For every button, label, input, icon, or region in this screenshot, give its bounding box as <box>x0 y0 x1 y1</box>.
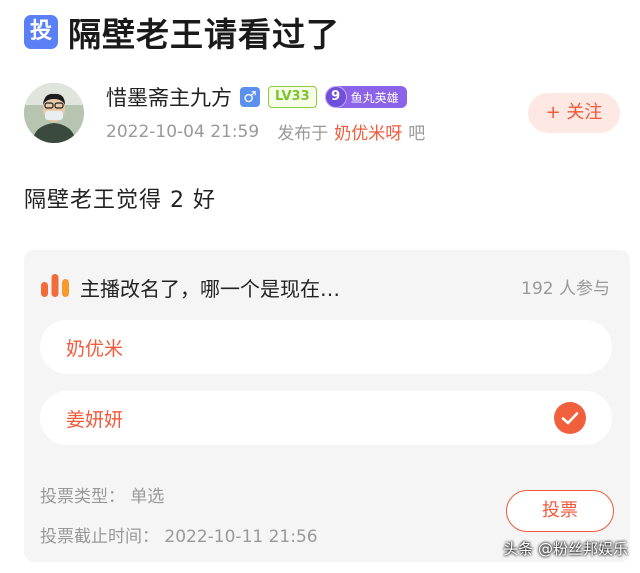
poll-type-value: 单选 <box>130 487 165 507</box>
post-meta: 2022-10-04 21:59 发布于 奶优米呀 吧 <box>106 119 426 145</box>
poll-card: 主播改名了，哪一个是现在… 192 人参与 奶优米 姜妍妍 投票类型： 单选 投… <box>24 250 630 562</box>
follow-button[interactable]: + 关注 <box>528 93 620 133</box>
vote-post-badge: 投 <box>24 15 58 49</box>
post-body-text: 隔壁老王觉得 2 好 <box>24 188 216 213</box>
bar-link[interactable]: 奶优米呀 <box>334 119 402 144</box>
checkmark-icon <box>554 402 586 434</box>
poll-type: 投票类型： 单选 <box>40 482 164 507</box>
fan-badge[interactable]: 9 鱼丸英雄 <box>324 86 407 108</box>
poll-deadline-value: 2022-10-11 21:56 <box>164 527 318 547</box>
fan-level-number: 9 <box>324 86 347 108</box>
level-badge: LV33 <box>268 86 317 108</box>
avatar-image <box>24 83 84 143</box>
poll-header: 主播改名了，哪一个是现在… <box>40 272 340 302</box>
fan-title: 鱼丸英雄 <box>350 90 399 105</box>
author-name[interactable]: 惜墨斋主九方 <box>106 82 232 112</box>
bar-suffix: 吧 <box>408 124 426 144</box>
poll-bars-icon <box>40 272 70 302</box>
poll-option-label: 奶优米 <box>66 338 124 360</box>
author-name-line: 惜墨斋主九方 ♂ LV33 9 鱼丸英雄 <box>106 83 407 111</box>
poll-option-label: 姜妍妍 <box>66 409 124 431</box>
watermark: 头条 @粉丝邦娱乐 <box>503 540 628 558</box>
avatar[interactable] <box>24 83 84 143</box>
poll-type-label: 投票类型： <box>40 487 125 507</box>
posted-in-label: 发布于 <box>277 124 329 144</box>
poll-question: 主播改名了，哪一个是现在… <box>80 276 340 301</box>
poll-deadline-label: 投票截止时间： <box>40 527 159 547</box>
male-gender-icon: ♂ <box>240 87 260 107</box>
page-title: 隔壁老王请看过了 <box>68 15 340 54</box>
poll-participant-count: 192 人参与 <box>521 279 610 299</box>
vote-button[interactable]: 投票 <box>506 490 614 532</box>
post-time: 2022-10-04 21:59 <box>106 121 260 142</box>
author-row: 惜墨斋主九方 ♂ LV33 9 鱼丸英雄 2022-10-04 21:59 发布… <box>24 83 620 147</box>
post-title-row: 投 隔壁老王请看过了 <box>24 8 340 56</box>
poll-option-2[interactable]: 姜妍妍 <box>40 391 612 445</box>
poll-option-1[interactable]: 奶优米 <box>40 320 612 374</box>
poll-deadline: 投票截止时间： 2022-10-11 21:56 <box>40 522 318 547</box>
